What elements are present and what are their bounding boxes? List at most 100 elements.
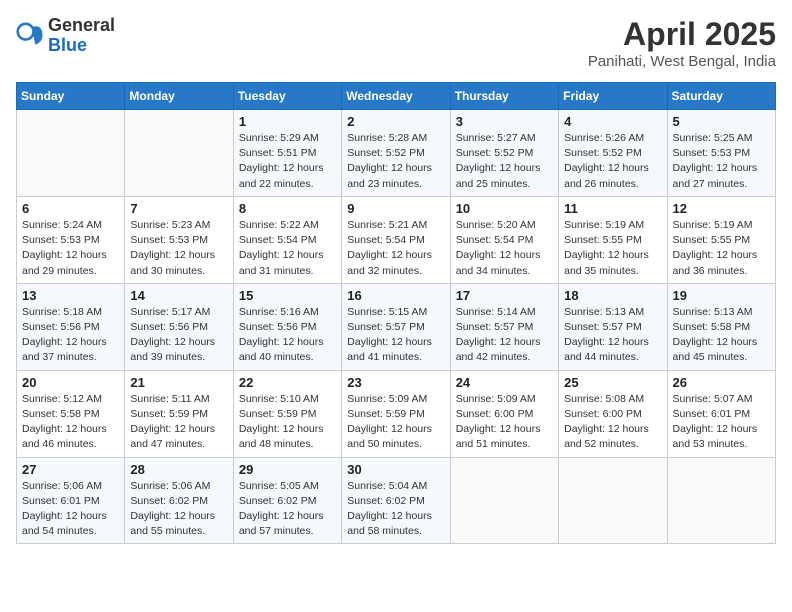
day-number: 10: [456, 201, 553, 216]
calendar-cell: [125, 110, 233, 197]
day-info: Sunrise: 5:13 AM Sunset: 5:58 PM Dayligh…: [673, 305, 770, 366]
weekday-header-monday: Monday: [125, 83, 233, 110]
day-info: Sunrise: 5:27 AM Sunset: 5:52 PM Dayligh…: [456, 131, 553, 192]
calendar-table: SundayMondayTuesdayWednesdayThursdayFrid…: [16, 82, 776, 544]
calendar-cell: 19 Sunrise: 5:13 AM Sunset: 5:58 PM Dayli…: [667, 283, 775, 370]
day-number: 14: [130, 288, 227, 303]
day-number: 25: [564, 375, 661, 390]
calendar-cell: 30 Sunrise: 5:04 AM Sunset: 6:02 PM Dayli…: [342, 457, 450, 544]
day-number: 1: [239, 114, 336, 129]
weekday-header-row: SundayMondayTuesdayWednesdayThursdayFrid…: [17, 83, 776, 110]
weekday-header-wednesday: Wednesday: [342, 83, 450, 110]
day-number: 8: [239, 201, 336, 216]
day-info: Sunrise: 5:04 AM Sunset: 6:02 PM Dayligh…: [347, 479, 444, 540]
day-info: Sunrise: 5:16 AM Sunset: 5:56 PM Dayligh…: [239, 305, 336, 366]
day-number: 6: [22, 201, 119, 216]
calendar-cell: 3 Sunrise: 5:27 AM Sunset: 5:52 PM Daylig…: [450, 110, 558, 197]
day-number: 20: [22, 375, 119, 390]
calendar-cell: 29Sunrise: 5:05 AM Sunset: 6:02 PM Dayli…: [233, 457, 341, 544]
day-number: 9: [347, 201, 444, 216]
day-number: 30: [347, 462, 444, 477]
calendar-cell: 24Sunrise: 5:09 AM Sunset: 6:00 PM Dayli…: [450, 370, 558, 457]
calendar-cell: 22Sunrise: 5:10 AM Sunset: 5:59 PM Dayli…: [233, 370, 341, 457]
page-header: General Blue April 2025 Panihati, West B…: [16, 16, 776, 70]
calendar-cell: [17, 110, 125, 197]
day-info: Sunrise: 5:23 AM Sunset: 5:53 PM Dayligh…: [130, 218, 227, 279]
calendar-cell: 4Sunrise: 5:26 AM Sunset: 5:52 PM Daylig…: [559, 110, 667, 197]
calendar-week-5: 27Sunrise: 5:06 AM Sunset: 6:01 PM Dayli…: [17, 457, 776, 544]
day-info: Sunrise: 5:13 AM Sunset: 5:57 PM Dayligh…: [564, 305, 661, 366]
day-info: Sunrise: 5:20 AM Sunset: 5:54 PM Dayligh…: [456, 218, 553, 279]
day-info: Sunrise: 5:18 AM Sunset: 5:56 PM Dayligh…: [22, 305, 119, 366]
day-info: Sunrise: 5:19 AM Sunset: 5:55 PM Dayligh…: [673, 218, 770, 279]
month-title: April 2025: [588, 16, 776, 53]
calendar-cell: 5 Sunrise: 5:25 AM Sunset: 5:53 PM Daylig…: [667, 110, 775, 197]
day-number: 19: [673, 288, 770, 303]
calendar-cell: 14 Sunrise: 5:17 AM Sunset: 5:56 PM Dayli…: [125, 283, 233, 370]
day-number: 3: [456, 114, 553, 129]
weekday-header-friday: Friday: [559, 83, 667, 110]
calendar-cell: 1 Sunrise: 5:29 AM Sunset: 5:51 PM Daylig…: [233, 110, 341, 197]
day-number: 13: [22, 288, 119, 303]
calendar-cell: 13 Sunrise: 5:18 AM Sunset: 5:56 PM Dayli…: [17, 283, 125, 370]
calendar-week-4: 20 Sunrise: 5:12 AM Sunset: 5:58 PM Dayli…: [17, 370, 776, 457]
calendar-cell: 25 Sunrise: 5:08 AM Sunset: 6:00 PM Dayli…: [559, 370, 667, 457]
day-info: Sunrise: 5:12 AM Sunset: 5:58 PM Dayligh…: [22, 392, 119, 453]
day-info: Sunrise: 5:22 AM Sunset: 5:54 PM Dayligh…: [239, 218, 336, 279]
day-info: Sunrise: 5:07 AM Sunset: 6:01 PM Dayligh…: [673, 392, 770, 453]
day-number: 16: [347, 288, 444, 303]
calendar-cell: [450, 457, 558, 544]
day-info: Sunrise: 5:24 AM Sunset: 5:53 PM Dayligh…: [22, 218, 119, 279]
day-info: Sunrise: 5:21 AM Sunset: 5:54 PM Dayligh…: [347, 218, 444, 279]
calendar-cell: 11Sunrise: 5:19 AM Sunset: 5:55 PM Dayli…: [559, 196, 667, 283]
calendar-cell: [667, 457, 775, 544]
weekday-header-saturday: Saturday: [667, 83, 775, 110]
day-info: Sunrise: 5:06 AM Sunset: 6:02 PM Dayligh…: [130, 479, 227, 540]
calendar-cell: 27Sunrise: 5:06 AM Sunset: 6:01 PM Dayli…: [17, 457, 125, 544]
day-number: 21: [130, 375, 227, 390]
weekday-header-sunday: Sunday: [17, 83, 125, 110]
calendar-cell: 16 Sunrise: 5:15 AM Sunset: 5:57 PM Dayli…: [342, 283, 450, 370]
logo-icon: [16, 22, 44, 50]
day-number: 5: [673, 114, 770, 129]
day-info: Sunrise: 5:05 AM Sunset: 6:02 PM Dayligh…: [239, 479, 336, 540]
day-number: 27: [22, 462, 119, 477]
day-info: Sunrise: 5:25 AM Sunset: 5:53 PM Dayligh…: [673, 131, 770, 192]
calendar-cell: [559, 457, 667, 544]
calendar-cell: 8 Sunrise: 5:22 AM Sunset: 5:54 PM Daylig…: [233, 196, 341, 283]
calendar-cell: 2Sunrise: 5:28 AM Sunset: 5:52 PM Daylig…: [342, 110, 450, 197]
calendar-cell: 23Sunrise: 5:09 AM Sunset: 5:59 PM Dayli…: [342, 370, 450, 457]
day-info: Sunrise: 5:15 AM Sunset: 5:57 PM Dayligh…: [347, 305, 444, 366]
calendar-cell: 9 Sunrise: 5:21 AM Sunset: 5:54 PM Daylig…: [342, 196, 450, 283]
calendar-week-1: 1 Sunrise: 5:29 AM Sunset: 5:51 PM Daylig…: [17, 110, 776, 197]
day-number: 7: [130, 201, 227, 216]
day-info: Sunrise: 5:29 AM Sunset: 5:51 PM Dayligh…: [239, 131, 336, 192]
calendar-cell: 18Sunrise: 5:13 AM Sunset: 5:57 PM Dayli…: [559, 283, 667, 370]
calendar-week-3: 13 Sunrise: 5:18 AM Sunset: 5:56 PM Dayli…: [17, 283, 776, 370]
day-info: Sunrise: 5:09 AM Sunset: 6:00 PM Dayligh…: [456, 392, 553, 453]
day-number: 11: [564, 201, 661, 216]
day-info: Sunrise: 5:08 AM Sunset: 6:00 PM Dayligh…: [564, 392, 661, 453]
day-number: 4: [564, 114, 661, 129]
calendar-cell: 28 Sunrise: 5:06 AM Sunset: 6:02 PM Dayli…: [125, 457, 233, 544]
logo-blue: Blue: [48, 35, 87, 55]
calendar-cell: 20 Sunrise: 5:12 AM Sunset: 5:58 PM Dayli…: [17, 370, 125, 457]
calendar-cell: 12 Sunrise: 5:19 AM Sunset: 5:55 PM Dayli…: [667, 196, 775, 283]
calendar-cell: 21 Sunrise: 5:11 AM Sunset: 5:59 PM Dayli…: [125, 370, 233, 457]
weekday-header-thursday: Thursday: [450, 83, 558, 110]
logo-general: General: [48, 15, 115, 35]
day-number: 12: [673, 201, 770, 216]
day-number: 15: [239, 288, 336, 303]
day-number: 23: [347, 375, 444, 390]
calendar-week-2: 6 Sunrise: 5:24 AM Sunset: 5:53 PM Daylig…: [17, 196, 776, 283]
day-info: Sunrise: 5:11 AM Sunset: 5:59 PM Dayligh…: [130, 392, 227, 453]
day-number: 28: [130, 462, 227, 477]
day-number: 22: [239, 375, 336, 390]
logo-text: General Blue: [48, 16, 115, 56]
day-info: Sunrise: 5:14 AM Sunset: 5:57 PM Dayligh…: [456, 305, 553, 366]
day-info: Sunrise: 5:17 AM Sunset: 5:56 PM Dayligh…: [130, 305, 227, 366]
day-number: 17: [456, 288, 553, 303]
weekday-header-tuesday: Tuesday: [233, 83, 341, 110]
calendar-cell: 6 Sunrise: 5:24 AM Sunset: 5:53 PM Daylig…: [17, 196, 125, 283]
calendar-cell: 7 Sunrise: 5:23 AM Sunset: 5:53 PM Daylig…: [125, 196, 233, 283]
